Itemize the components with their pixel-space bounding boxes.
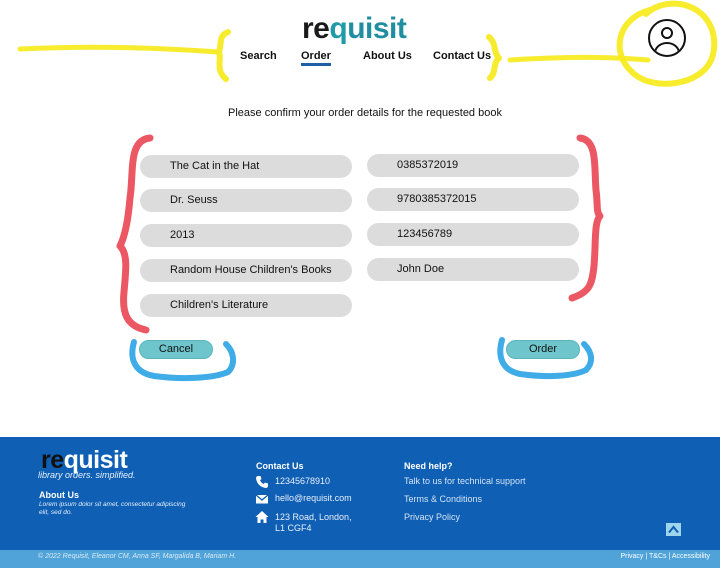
legal-links: Privacy | T&Cs | Accessibility: [620, 553, 710, 560]
footer-link-privacy[interactable]: Privacy Policy: [404, 512, 460, 522]
mail-icon: [255, 494, 269, 504]
isbn10-field[interactable]: 0385372019: [367, 154, 579, 177]
library-card-field[interactable]: 123456789: [367, 223, 579, 246]
legal-link-privacy[interactable]: Privacy: [620, 553, 643, 560]
year-field[interactable]: 2013: [140, 224, 352, 247]
footer-about-text: Lorem ipsum dolor sit amet, consectetur …: [39, 501, 186, 516]
user-head-shape: [661, 27, 673, 39]
author-field[interactable]: Dr. Seuss: [140, 189, 352, 212]
home-icon: [255, 511, 269, 523]
requester-name-field[interactable]: John Doe: [367, 258, 579, 281]
footer-bottom-bar: © 2022 Requisit, Eleanor CM, Anna SF, Ma…: [0, 550, 720, 568]
book-title-field[interactable]: The Cat in the Hat: [140, 155, 352, 178]
footer-link-tech-support[interactable]: Talk to us for technical support: [404, 476, 526, 486]
footer-address-line1: 123 Road, London,: [275, 512, 352, 522]
user-body-shape: [654, 42, 680, 55]
logo-text-rest: uisit: [347, 12, 407, 45]
nav-item-order[interactable]: Order: [301, 50, 331, 66]
legal-separator: |: [645, 553, 648, 560]
footer-email[interactable]: hello@requisit.com: [275, 493, 352, 504]
isbn13-field[interactable]: 9780385372015: [367, 188, 579, 211]
publisher-field[interactable]: Random House Children's Books: [140, 259, 352, 282]
footer-help-title: Need help?: [404, 461, 453, 471]
logo-text-q: q: [329, 12, 348, 45]
user-account-icon[interactable]: [648, 19, 686, 57]
nav-item-search[interactable]: Search: [240, 50, 277, 62]
brand-logo[interactable]: requisit: [302, 12, 407, 46]
legal-link-tcs[interactable]: T&Cs: [649, 553, 667, 560]
genre-field[interactable]: Children's Literature: [140, 294, 352, 317]
logo-text-re: re: [302, 12, 330, 45]
confirm-prompt: Please confirm your order details for th…: [228, 107, 502, 119]
footer-contact-title: Contact Us: [256, 461, 304, 471]
footer-phone[interactable]: 12345678910: [275, 476, 330, 487]
annotation-yellow-right: [486, 34, 651, 81]
cancel-button[interactable]: Cancel: [139, 340, 213, 359]
phone-icon: [256, 476, 268, 488]
chevron-up-icon: [668, 525, 679, 534]
footer-about-title: About Us: [39, 490, 79, 500]
footer-tagline: library orders. simplified.: [38, 470, 136, 480]
annotation-yellow-left: [17, 29, 231, 82]
nav-item-contact-us[interactable]: Contact Us: [433, 50, 491, 62]
legal-link-accessibility[interactable]: Accessibility: [672, 553, 710, 560]
legal-separator: |: [668, 553, 671, 560]
footer-address-line2: L1 CGF4: [275, 523, 312, 533]
copyright-text: © 2022 Requisit, Eleanor CM, Anna SF, Ma…: [38, 553, 237, 560]
back-to-top-button[interactable]: [666, 523, 681, 536]
footer-link-terms[interactable]: Terms & Conditions: [404, 494, 482, 504]
order-button[interactable]: Order: [506, 340, 580, 359]
site-footer: requisit library orders. simplified. Abo…: [0, 437, 720, 550]
nav-item-about-us[interactable]: About Us: [363, 50, 412, 62]
